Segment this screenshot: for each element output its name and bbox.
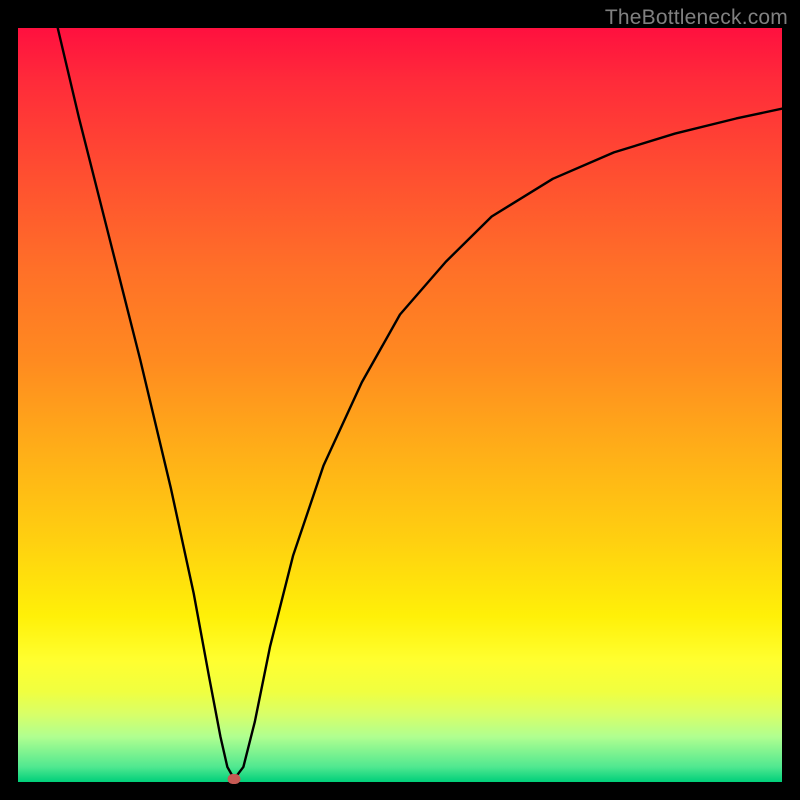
chart-plot-area [18,28,782,782]
watermark-text: TheBottleneck.com [605,6,788,30]
minimum-marker [228,774,241,784]
